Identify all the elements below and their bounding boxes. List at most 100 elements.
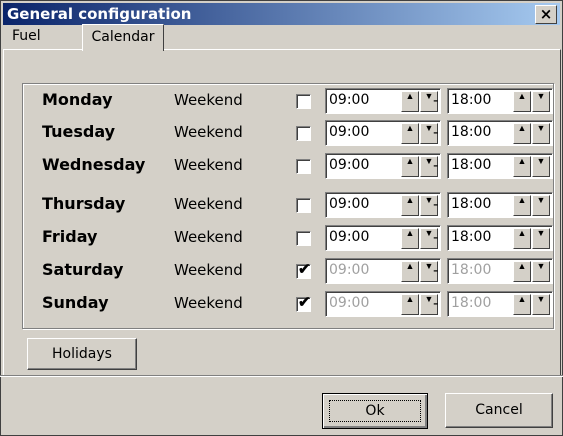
spin-up-icon[interactable]: ▲ <box>401 156 419 177</box>
spin-up-icon[interactable]: ▲ <box>401 294 419 315</box>
range-dash: - <box>433 123 439 141</box>
tab-fuel[interactable]: Fuel <box>8 26 49 50</box>
spin-arrows: ▲ ▼ <box>512 156 550 177</box>
weekend-label: Weekend <box>174 91 243 109</box>
day-name: Sunday <box>42 293 109 312</box>
spin-up-icon[interactable]: ▲ <box>513 228 531 249</box>
end-time-spinner[interactable]: 18:00 ▲ ▼ <box>447 258 553 284</box>
range-dash: - <box>433 195 439 213</box>
range-dash: - <box>433 261 439 279</box>
spin-down-icon[interactable]: ▼ <box>532 91 550 112</box>
spin-up-icon[interactable]: ▲ <box>513 91 531 112</box>
spin-down-icon[interactable]: ▼ <box>532 261 550 282</box>
spin-arrows: ▲ ▼ <box>512 261 550 282</box>
spin-up-icon[interactable]: ▲ <box>513 195 531 216</box>
end-time-value: 18:00 <box>451 262 492 278</box>
spin-down-icon[interactable]: ▼ <box>532 228 550 249</box>
weekend-checkbox[interactable] <box>296 231 311 246</box>
spin-down-icon[interactable]: ▼ <box>532 294 550 315</box>
day-row: Saturday Weekend ✔ 09:00 ▲ ▼ -18:00 ▲ ▼ <box>0 256 563 286</box>
weekend-checkbox[interactable]: ✔ <box>296 261 311 279</box>
cancel-button[interactable]: Cancel <box>445 393 553 428</box>
weekend-checkbox[interactable] <box>296 159 311 174</box>
end-time-spinner[interactable]: 18:00 ▲ ▼ <box>447 225 553 251</box>
start-time-value: 09:00 <box>329 196 370 212</box>
spin-down-icon[interactable]: ▼ <box>532 195 550 216</box>
day-name: Thursday <box>42 194 126 213</box>
day-row: Monday Weekend 09:00 ▲ ▼ -18:00 ▲ ▼ <box>0 86 563 116</box>
spin-up-icon[interactable]: ▲ <box>513 156 531 177</box>
end-time-value: 18:00 <box>451 157 492 173</box>
spin-arrows: ▲ ▼ <box>512 91 550 112</box>
range-dash: - <box>433 294 439 312</box>
day-name: Wednesday <box>42 155 146 174</box>
day-row: Friday Weekend 09:00 ▲ ▼ -18:00 ▲ ▼ <box>0 223 563 253</box>
checkmark-icon: ✔ <box>298 294 311 311</box>
tab-calendar[interactable]: Calendar <box>82 24 164 51</box>
start-time-spinner[interactable]: 09:00 ▲ ▼ <box>325 225 441 251</box>
weekend-label: Weekend <box>174 294 243 312</box>
spin-down-icon[interactable]: ▼ <box>532 123 550 144</box>
weekend-label: Weekend <box>174 123 243 141</box>
weekend-label: Weekend <box>174 261 243 279</box>
spin-up-icon[interactable]: ▲ <box>513 294 531 315</box>
start-time-spinner[interactable]: 09:00 ▲ ▼ <box>325 120 441 146</box>
end-time-value: 18:00 <box>451 196 492 212</box>
start-time-spinner[interactable]: 09:00 ▲ ▼ <box>325 258 441 284</box>
day-name: Monday <box>42 90 113 109</box>
focus-rect <box>329 400 421 422</box>
day-name: Tuesday <box>42 122 116 141</box>
spin-arrows: ▲ ▼ <box>512 294 550 315</box>
spin-arrows: ▲ ▼ <box>512 195 550 216</box>
day-row: Tuesday Weekend 09:00 ▲ ▼ -18:00 ▲ ▼ <box>0 118 563 148</box>
close-icon[interactable]: × <box>535 5 557 24</box>
day-row: Wednesday Weekend 09:00 ▲ ▼ -18:00 ▲ ▼ <box>0 151 563 181</box>
end-time-spinner[interactable]: 18:00 ▲ ▼ <box>447 120 553 146</box>
end-time-spinner[interactable]: 18:00 ▲ ▼ <box>447 153 553 179</box>
day-name: Saturday <box>42 260 124 279</box>
start-time-value: 09:00 <box>329 157 370 173</box>
spin-up-icon[interactable]: ▲ <box>401 195 419 216</box>
start-time-spinner[interactable]: 09:00 ▲ ▼ <box>325 291 441 317</box>
spin-arrows: ▲ ▼ <box>512 123 550 144</box>
end-time-spinner[interactable]: 18:00 ▲ ▼ <box>447 291 553 317</box>
end-time-spinner[interactable]: 18:00 ▲ ▼ <box>447 192 553 218</box>
range-dash: - <box>433 156 439 174</box>
spin-arrows: ▲ ▼ <box>512 228 550 249</box>
spin-up-icon[interactable]: ▲ <box>401 228 419 249</box>
start-time-value: 09:00 <box>329 92 370 108</box>
start-time-value: 09:00 <box>329 229 370 245</box>
divider <box>0 375 563 377</box>
end-time-value: 18:00 <box>451 92 492 108</box>
start-time-spinner[interactable]: 09:00 ▲ ▼ <box>325 192 441 218</box>
day-row: Thursday Weekend 09:00 ▲ ▼ -18:00 ▲ ▼ <box>0 190 563 220</box>
ok-button[interactable]: Ok <box>322 393 428 429</box>
start-time-spinner[interactable]: 09:00 ▲ ▼ <box>325 153 441 179</box>
spin-up-icon[interactable]: ▲ <box>513 261 531 282</box>
start-time-spinner[interactable]: 09:00 ▲ ▼ <box>325 88 441 114</box>
end-time-value: 18:00 <box>451 295 492 311</box>
end-time-spinner[interactable]: 18:00 ▲ ▼ <box>447 88 553 114</box>
day-row: Sunday Weekend ✔ 09:00 ▲ ▼ -18:00 ▲ ▼ <box>0 289 563 319</box>
start-time-value: 09:00 <box>329 262 370 278</box>
range-dash: - <box>433 228 439 246</box>
holidays-button[interactable]: Holidays <box>27 338 137 370</box>
weekend-label: Weekend <box>174 228 243 246</box>
end-time-value: 18:00 <box>451 124 492 140</box>
weekend-checkbox[interactable]: ✔ <box>296 294 311 312</box>
spin-up-icon[interactable]: ▲ <box>401 261 419 282</box>
range-dash: - <box>433 91 439 109</box>
end-time-value: 18:00 <box>451 229 492 245</box>
weekend-checkbox[interactable] <box>296 94 311 109</box>
weekend-checkbox[interactable] <box>296 198 311 213</box>
spin-up-icon[interactable]: ▲ <box>401 123 419 144</box>
title-bar: General configuration × <box>3 3 560 25</box>
checkmark-icon: ✔ <box>298 261 311 278</box>
start-time-value: 09:00 <box>329 124 370 140</box>
spin-up-icon[interactable]: ▲ <box>401 91 419 112</box>
weekend-label: Weekend <box>174 195 243 213</box>
spin-up-icon[interactable]: ▲ <box>513 123 531 144</box>
spin-down-icon[interactable]: ▼ <box>532 156 550 177</box>
weekend-label: Weekend <box>174 156 243 174</box>
weekend-checkbox[interactable] <box>296 126 311 141</box>
